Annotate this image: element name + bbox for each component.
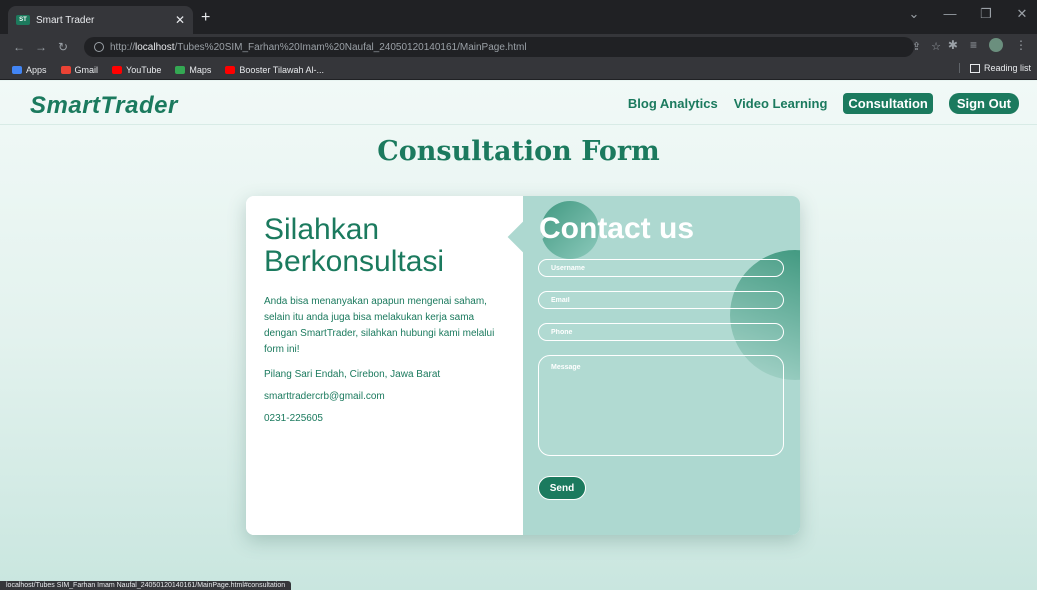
browser-tab-bar: ST Smart Trader ✕ + ⌄ — ❐ ✕ [0,0,1037,34]
extensions-puzzle-icon[interactable]: ✱ [948,38,958,52]
bookmarks-bar: Apps Gmail YouTube Maps Booster Tilawah … [0,60,1037,80]
contact-form-panel: Contact us Send [523,196,800,535]
bookmark-star-icon[interactable]: ☆ [931,40,941,53]
browser-toolbar: ← → ↻ http://localhost/Tubes%20SIM_Farha… [0,34,1037,60]
extensions-area: ✱ ≡ ⋮ [948,38,1027,52]
site-navbar: SmartTrader Blog Analytics Video Learnin… [0,81,1037,125]
page-viewport: SmartTrader Blog Analytics Video Learnin… [0,81,1037,590]
youtube-icon [112,65,123,74]
email-input[interactable] [538,291,784,309]
reload-icon[interactable]: ↻ [54,40,72,54]
username-input[interactable] [538,259,784,277]
send-button[interactable]: Send [538,476,586,500]
url-text: http://localhost/Tubes%20SIM_Farhan%20Im… [110,41,527,53]
address-bar[interactable]: http://localhost/Tubes%20SIM_Farhan%20Im… [84,37,914,57]
back-icon[interactable]: ← [10,40,28,54]
phone-input[interactable] [538,323,784,341]
close-window-icon[interactable]: ✕ [1015,6,1029,22]
restore-icon[interactable]: ❐ [979,6,993,22]
nav-blog-analytics[interactable]: Blog Analytics [628,96,718,111]
bookmark-booster[interactable]: Booster Tilawah Al-... [225,65,324,75]
maps-pin-icon [175,65,186,74]
contact-title: Contact us [539,212,695,245]
site-info-icon[interactable] [94,42,104,52]
close-tab-icon[interactable]: ✕ [175,13,185,27]
site-favicon-icon: ST [16,15,30,25]
share-icon[interactable]: ⇪ [912,40,921,53]
omnibox-actions: ⇪ ☆ [912,40,941,53]
message-textarea[interactable] [538,355,784,456]
menu-kebab-icon[interactable]: ⋮ [1015,38,1027,52]
sign-out-button[interactable]: Sign Out [948,93,1019,114]
nav-links: Blog Analytics Video Learning Consultati… [628,93,1019,114]
browser-tab[interactable]: ST Smart Trader ✕ [8,6,193,34]
tab-search-icon[interactable]: ⌄ [907,6,921,22]
nav-video-learning[interactable]: Video Learning [734,96,828,111]
info-panel: Silahkan Berkonsultasi Anda bisa menanya… [246,196,523,535]
bookmark-maps[interactable]: Maps [175,65,211,75]
gmail-icon [60,65,71,74]
contact-phone: 0231-225605 [264,413,323,424]
window-controls: ⌄ — ❐ ✕ [907,6,1029,22]
reading-list-icon [969,63,980,73]
profile-avatar[interactable] [989,38,1003,52]
tab-title: Smart Trader [36,14,95,26]
reading-list-button[interactable]: Reading list [958,63,1031,73]
bookmark-youtube[interactable]: YouTube [112,65,161,75]
info-description: Anda bisa menanyakan apapun mengenai sah… [264,296,495,355]
bookmark-apps[interactable]: Apps [12,65,47,75]
apps-grid-icon [12,65,22,74]
new-tab-icon[interactable]: + [201,10,210,26]
bookmark-gmail[interactable]: Gmail [60,65,98,75]
status-bar-url: localhost/Tubes SIM_Farhan Imam Naufal_2… [0,581,292,590]
forward-icon[interactable]: → [32,40,50,54]
site-logo[interactable]: SmartTrader [30,92,178,120]
minimize-icon[interactable]: — [943,6,957,22]
nav-consultation[interactable]: Consultation [843,93,933,114]
page-title: Consultation Form [377,136,660,167]
reading-mode-icon[interactable]: ≡ [970,38,977,52]
contact-address: Pilang Sari Endah, Cirebon, Jawa Barat [264,369,441,380]
youtube-icon [225,65,236,74]
info-heading: Silahkan Berkonsultasi [264,213,445,278]
contact-email: smarttradercrb@gmail.com [264,391,385,402]
